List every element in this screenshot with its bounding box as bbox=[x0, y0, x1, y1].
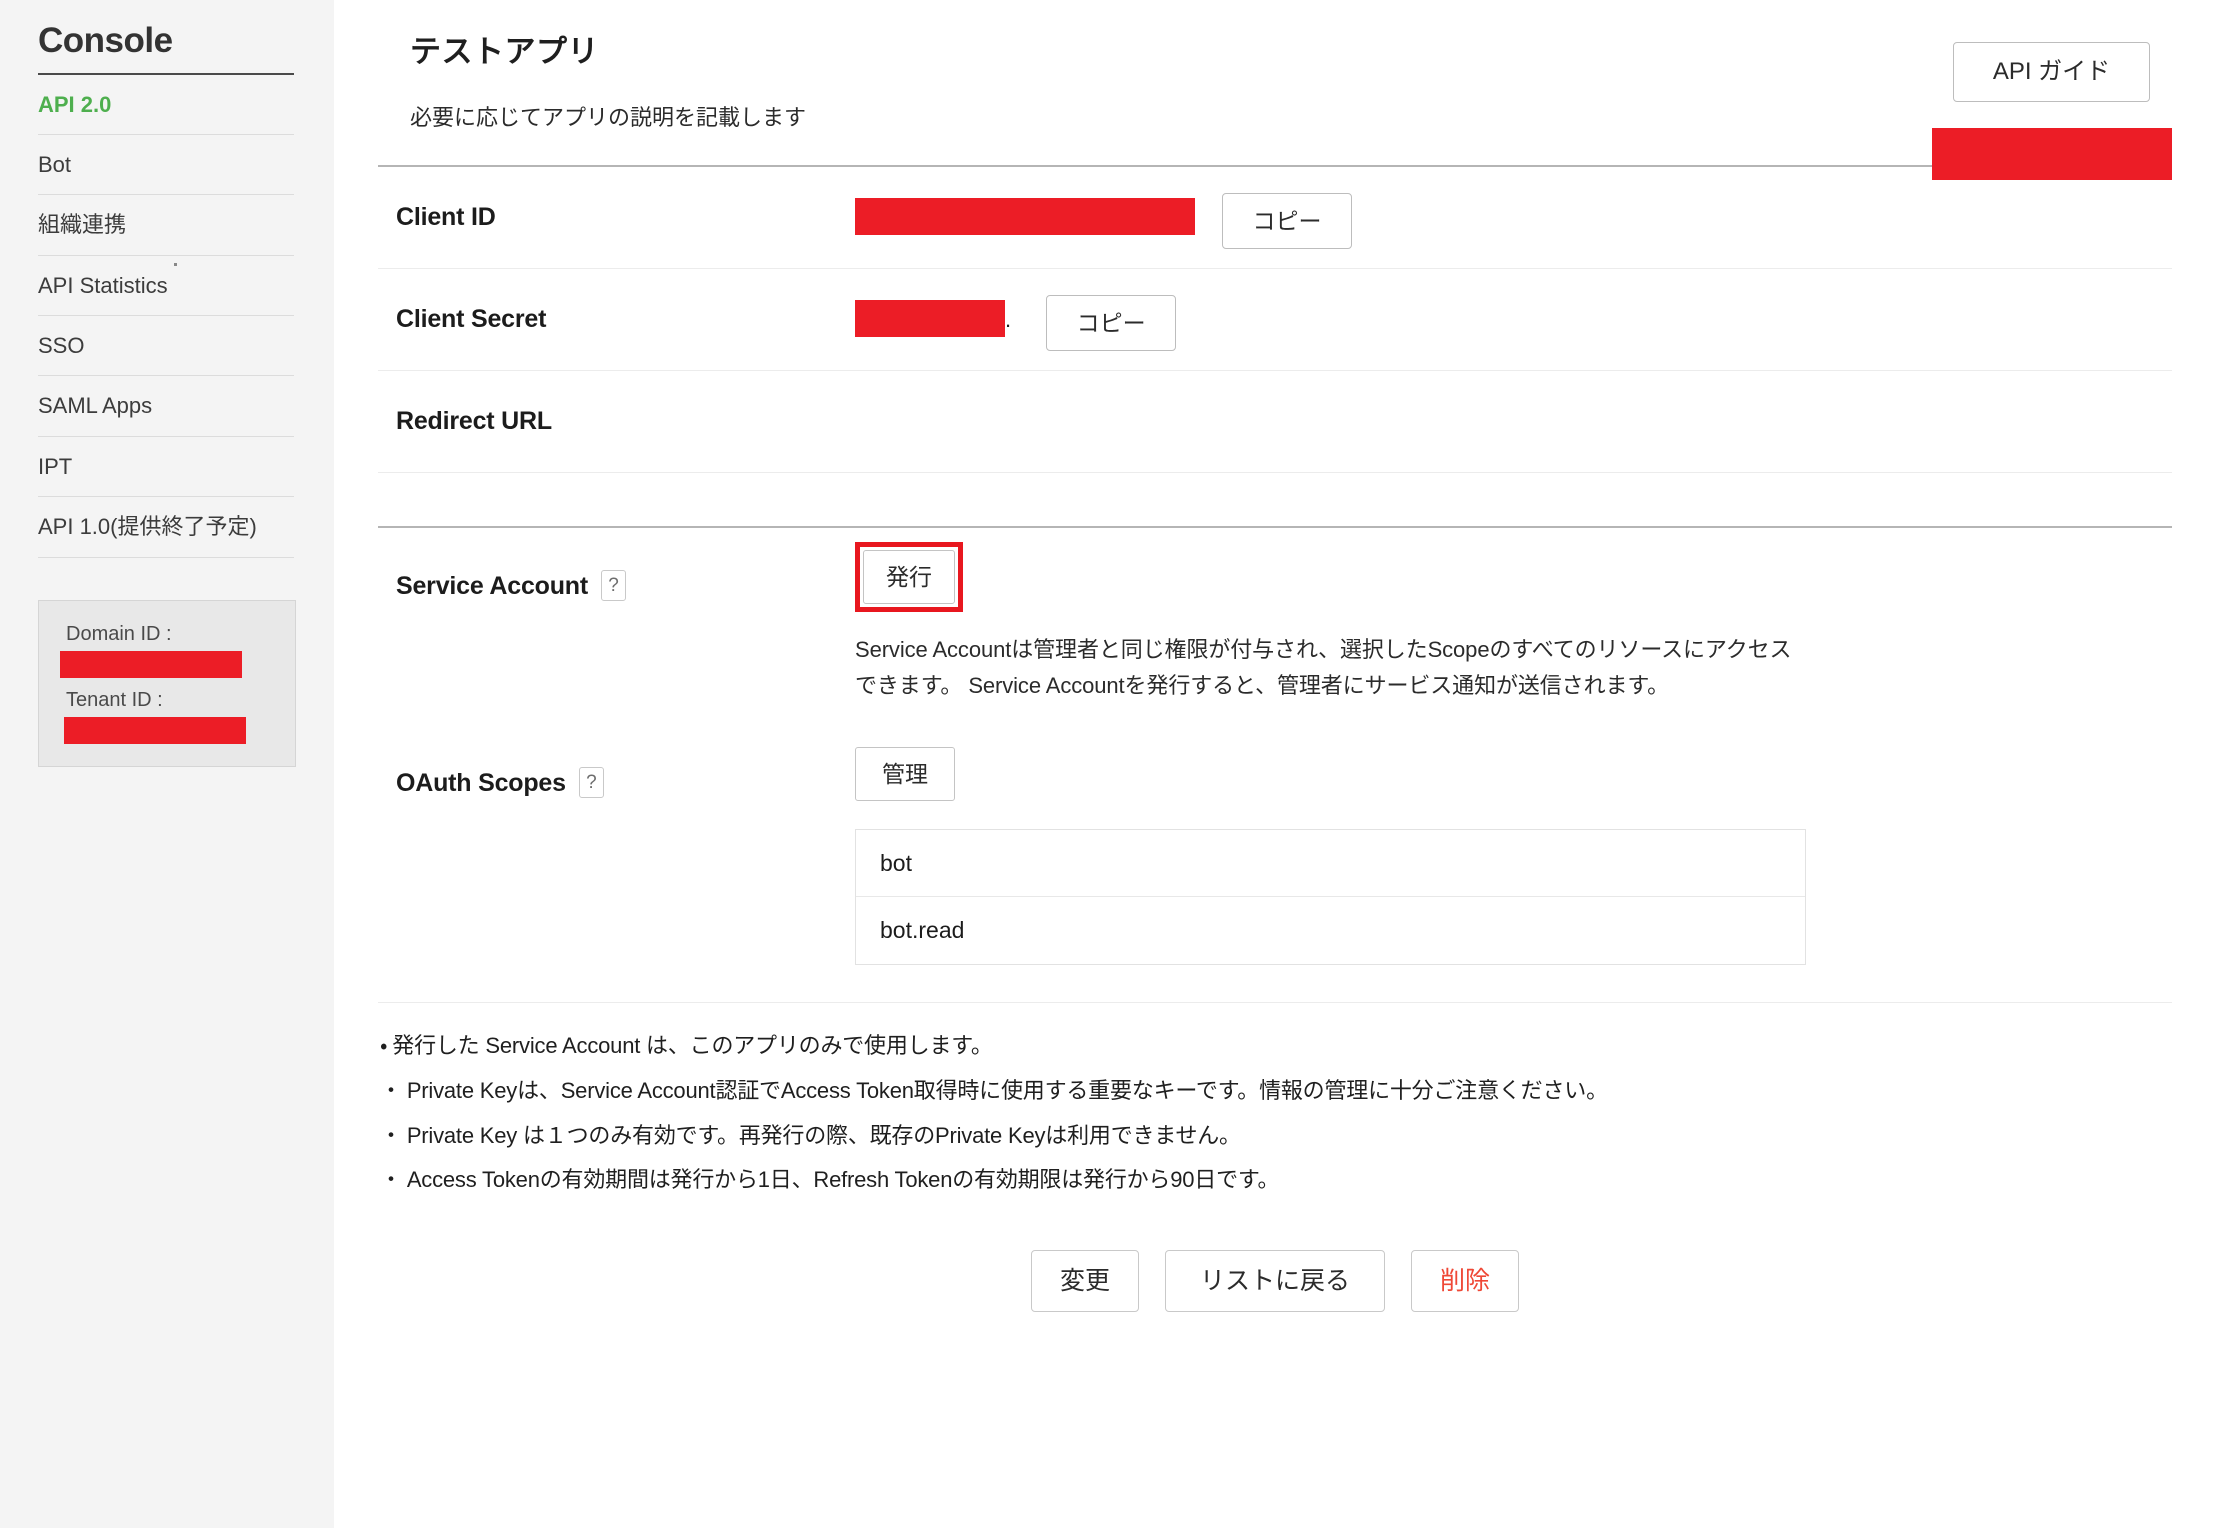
note-text: 発行した Service Account は、このアプリのみで使用します。 bbox=[392, 1033, 992, 1058]
table-row-client-id: Client ID コピー bbox=[378, 167, 2172, 269]
domain-id-value-redacted bbox=[60, 651, 242, 678]
sidebar-item-ipt[interactable]: IPT bbox=[38, 437, 294, 497]
client-id-value-redacted bbox=[855, 198, 1195, 235]
help-icon[interactable]: ? bbox=[579, 767, 604, 798]
oauth-scopes-section: OAuth Scopes ? 管理 bot bot.read bbox=[378, 733, 2172, 965]
domain-tenant-id-box: Domain ID : Tenant ID : bbox=[38, 600, 296, 767]
client-secret-value-tail: . bbox=[1005, 307, 1011, 333]
issue-service-account-button[interactable]: 発行 bbox=[863, 550, 955, 604]
sidebar-item-label: SSO bbox=[38, 333, 84, 358]
sidebar-item-bot[interactable]: Bot bbox=[38, 135, 294, 195]
tenant-id-label: Tenant ID : bbox=[57, 687, 277, 714]
app-description: 必要に応じてアプリの説明を記載します bbox=[410, 103, 2172, 134]
client-secret-label: Client Secret bbox=[378, 269, 855, 334]
table-row-redirect-url: Redirect URL bbox=[378, 371, 2172, 473]
service-account-section: Service Account ? 発行 Service Accountは管理者… bbox=[378, 528, 2172, 703]
note-bullet: ・ bbox=[380, 1033, 387, 1058]
spacer-value-cell bbox=[855, 473, 2172, 499]
manage-scopes-button[interactable]: 管理 bbox=[855, 747, 955, 801]
console-title: Console bbox=[38, 0, 294, 75]
service-account-description: Service Accountは管理者と同じ権限が付与され、選択したScopeの… bbox=[855, 632, 1795, 703]
oauth-scopes-value-cell: 管理 bot bot.read bbox=[855, 733, 2172, 965]
note-item: ・Private Keyは、Service Account認証でAccess T… bbox=[378, 1076, 2172, 1106]
app-root: Console API 2.0 Bot 組織連携 API Statistics … bbox=[0, 0, 2216, 1528]
sidebar-item-label: SAML Apps bbox=[38, 393, 152, 418]
oauth-scopes-label-cell: OAuth Scopes ? bbox=[378, 733, 855, 798]
client-id-label: Client ID bbox=[378, 167, 855, 232]
sidebar-item-label: Bot bbox=[38, 152, 71, 177]
client-id-value-cell: コピー bbox=[855, 167, 2172, 249]
back-to-list-button[interactable]: リストに戻る bbox=[1165, 1250, 1385, 1312]
note-bullet: ・ bbox=[380, 1123, 402, 1148]
note-text: Private Key は１つのみ有効です。再発行の際、既存のPrivate K… bbox=[407, 1123, 1241, 1148]
service-account-value-cell: 発行 Service Accountは管理者と同じ権限が付与され、選択したSco… bbox=[855, 528, 2172, 703]
table-row-spacer bbox=[378, 473, 2172, 528]
tenant-id-value-redacted bbox=[64, 717, 246, 744]
note-text: Private Keyは、Service Account認証でAccess To… bbox=[407, 1078, 1608, 1103]
sidebar-item-label: API Statistics bbox=[38, 273, 168, 298]
sidebar-item-api-1-0[interactable]: API 1.0(提供終了予定) bbox=[38, 497, 294, 557]
page-header: テストアプリ 必要に応じてアプリの説明を記載します API ガイド bbox=[378, 0, 2172, 140]
service-account-label: Service Account bbox=[396, 571, 588, 601]
sidebar-item-label: API 2.0 bbox=[38, 92, 111, 117]
sidebar-item-label: API 1.0(提供終了予定) bbox=[38, 514, 257, 539]
issue-button-highlight: 発行 bbox=[855, 542, 963, 612]
redirect-url-value-cell bbox=[855, 371, 2172, 397]
spacer-label bbox=[378, 473, 855, 508]
domain-id-label: Domain ID : bbox=[57, 621, 277, 648]
sidebar-item-org-link[interactable]: 組織連携 bbox=[38, 195, 294, 255]
delete-button[interactable]: 削除 bbox=[1411, 1250, 1519, 1312]
client-secret-value-cell: . コピー bbox=[855, 269, 2172, 351]
sidebar-item-sso[interactable]: SSO bbox=[38, 316, 294, 376]
api-guide-button[interactable]: API ガイド bbox=[1953, 42, 2150, 102]
oauth-scopes-label: OAuth Scopes bbox=[396, 768, 566, 798]
help-icon[interactable]: ? bbox=[601, 570, 626, 601]
app-credentials-table: Client ID コピー Client Secret . コピー Re bbox=[378, 165, 2172, 528]
dot-icon bbox=[174, 263, 177, 266]
sidebar-item-api-statistics[interactable]: API Statistics bbox=[38, 256, 294, 316]
note-item: ・Private Key は１つのみ有効です。再発行の際、既存のPrivate … bbox=[378, 1121, 2172, 1151]
sidebar-nav: Console API 2.0 Bot 組織連携 API Statistics … bbox=[0, 0, 334, 558]
main-content: テストアプリ 必要に応じてアプリの説明を記載します API ガイド Client… bbox=[334, 0, 2216, 1528]
note-bullet: ・ bbox=[380, 1078, 402, 1103]
list-item[interactable]: bot.read bbox=[856, 897, 1805, 964]
list-item[interactable]: bot bbox=[856, 830, 1805, 897]
sidebar-item-saml-apps[interactable]: SAML Apps bbox=[38, 376, 294, 436]
sidebar-item-label: IPT bbox=[38, 454, 72, 479]
update-button[interactable]: 変更 bbox=[1031, 1250, 1139, 1312]
note-text: Access Tokenの有効期間は発行から1日、Refresh Tokenの有… bbox=[407, 1167, 1280, 1192]
action-bar: 変更 リストに戻る 削除 bbox=[378, 1250, 2172, 1312]
scope-list: bot bot.read bbox=[855, 829, 1806, 965]
service-account-label-cell: Service Account ? bbox=[378, 528, 855, 601]
sidebar-item-label: 組織連携 bbox=[38, 212, 126, 237]
note-item: ・Access Tokenの有効期間は発行から1日、Refresh Tokenの… bbox=[378, 1165, 2172, 1195]
sidebar-item-api-2-0[interactable]: API 2.0 bbox=[38, 75, 294, 135]
client-secret-value-redacted bbox=[855, 300, 1005, 337]
table-row-client-secret: Client Secret . コピー bbox=[378, 269, 2172, 371]
notes-section: ・発行した Service Account は、このアプリのみで使用します。 ・… bbox=[378, 1003, 2172, 1195]
note-item: ・発行した Service Account は、このアプリのみで使用します。 bbox=[378, 1031, 2172, 1061]
sidebar: Console API 2.0 Bot 組織連携 API Statistics … bbox=[0, 0, 334, 1528]
redirect-url-label: Redirect URL bbox=[378, 371, 855, 436]
copy-client-secret-button[interactable]: コピー bbox=[1046, 295, 1176, 351]
note-bullet: ・ bbox=[380, 1167, 402, 1192]
copy-client-id-button[interactable]: コピー bbox=[1222, 193, 1352, 249]
page-title: テストアプリ bbox=[410, 32, 2172, 72]
